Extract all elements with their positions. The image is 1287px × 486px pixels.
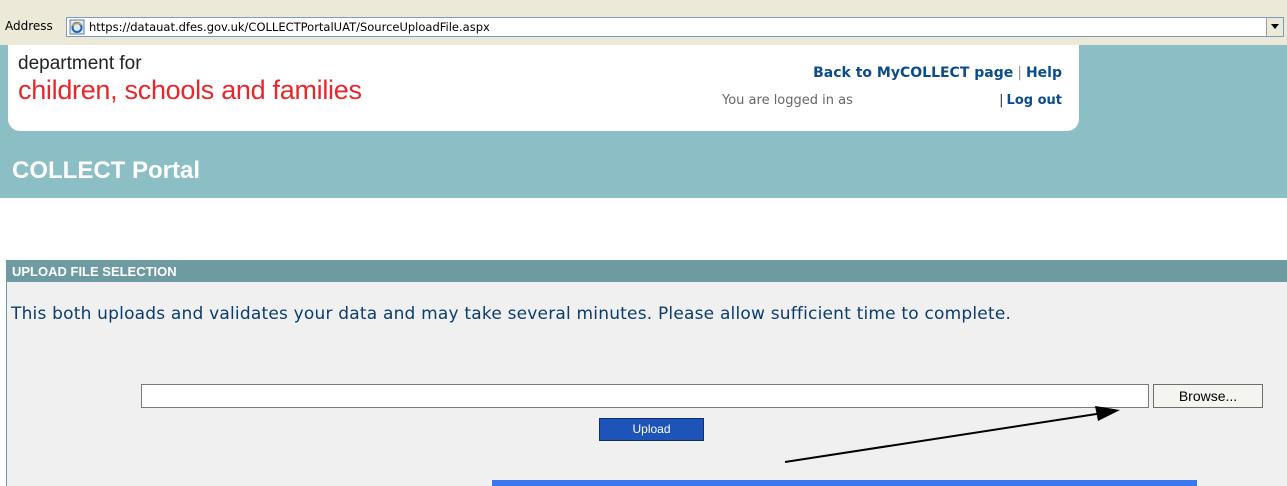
annotation-arrow-icon [784,406,1120,463]
